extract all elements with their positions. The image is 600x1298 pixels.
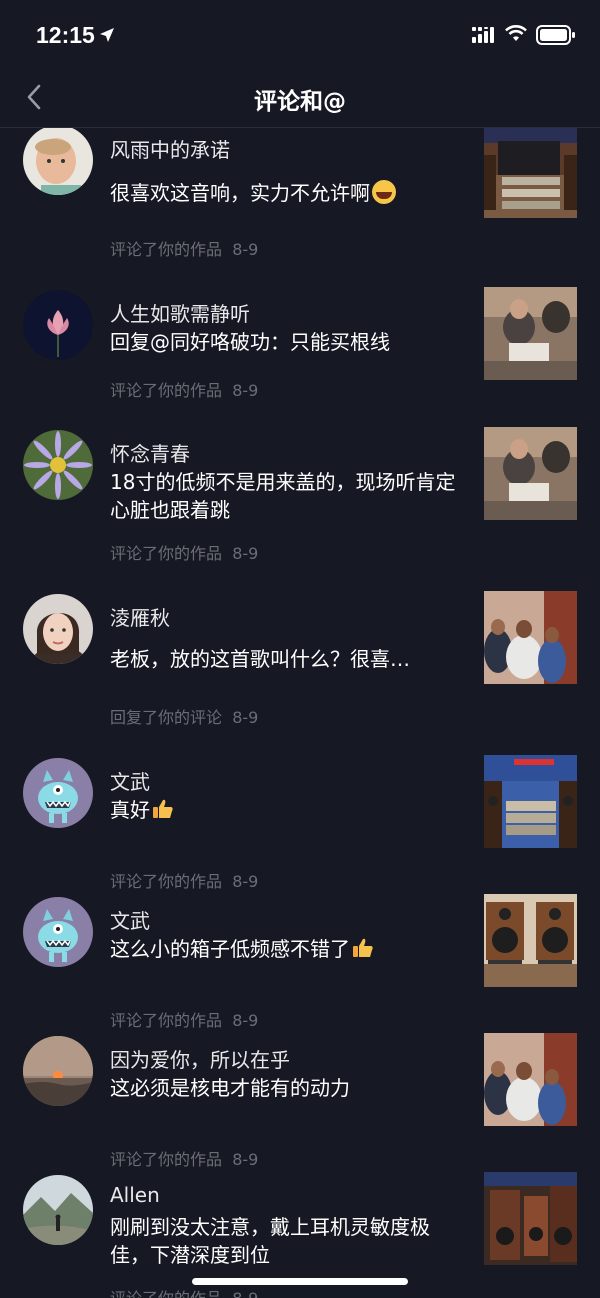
- wifi-icon: [505, 25, 527, 41]
- cellular-signal-icon: [472, 27, 494, 43]
- video-thumbnail[interactable]: [484, 755, 577, 848]
- comment-meta: 回复了你的评论 8-9: [110, 708, 259, 727]
- video-thumbnail[interactable]: [484, 128, 577, 218]
- comment-meta: 评论了你的作品 8-9: [110, 240, 259, 259]
- comment-text: 很喜欢这音响，实力不允许啊: [110, 179, 460, 207]
- avatar[interactable]: [23, 1175, 93, 1245]
- status-time: 12:15: [36, 22, 95, 48]
- thumbs-up-emoji-icon: [353, 938, 373, 957]
- comment-text: 这必须是核电才能有的动力: [110, 1076, 350, 1100]
- commenter-name[interactable]: 文武: [110, 905, 150, 934]
- comment-text: 老板，放的这首歌叫什么？很喜…: [110, 647, 410, 671]
- commenter-name[interactable]: 因为爱你，所以在乎: [110, 1044, 290, 1073]
- home-indicator[interactable]: [192, 1278, 408, 1285]
- commenter-name[interactable]: 怀念青春: [110, 438, 190, 467]
- thumbs-up-emoji-icon: [153, 799, 173, 818]
- comment-text: 刚刷到没太注意，戴上耳机灵敏度极佳，下潜深度到位: [110, 1215, 430, 1267]
- page-title: 评论和@: [254, 89, 346, 115]
- comment-meta: 评论了你的作品 8-9: [110, 1150, 259, 1169]
- avatar[interactable]: [23, 290, 93, 360]
- video-thumbnail[interactable]: [484, 287, 577, 380]
- commenter-name[interactable]: 文武: [110, 766, 150, 795]
- commenter-name[interactable]: Allen: [110, 1183, 160, 1207]
- comment-text: 真好: [110, 796, 460, 824]
- location-arrow-icon: [100, 28, 114, 42]
- comment-meta: 评论了你的作品 8-9: [110, 1285, 258, 1298]
- avatar[interactable]: [23, 430, 93, 500]
- status-bar: 12:15: [0, 0, 600, 70]
- video-thumbnail[interactable]: [484, 427, 577, 520]
- commenter-name[interactable]: 淩雁秋: [110, 602, 170, 631]
- video-thumbnail[interactable]: [484, 1172, 577, 1265]
- rolling-laughing-emoji-icon: [372, 180, 396, 204]
- comment-text: 回复@同好咯破功：只能买根线: [110, 330, 390, 354]
- comment-text: 这么小的箱子低频感不错了: [110, 935, 460, 963]
- commenter-name[interactable]: 人生如歌需静听: [110, 298, 250, 327]
- comment-text: 18寸的低频不是用来盖的，现场听肯定心脏也跟着跳: [110, 470, 456, 522]
- nav-bar: 评论和@: [0, 70, 600, 128]
- comment-meta: 评论了你的作品 8-9: [110, 1011, 259, 1030]
- video-thumbnail[interactable]: [484, 591, 577, 684]
- commenter-name[interactable]: 风雨中的承诺: [110, 134, 230, 163]
- video-thumbnail[interactable]: [484, 894, 577, 987]
- comment-meta: 评论了你的作品 8-9: [110, 381, 259, 400]
- avatar[interactable]: [23, 758, 93, 828]
- comment-list[interactable]: 风雨中的承诺 很喜欢这音响，实力不允许啊 评论了你的作品 8-9 人生如歌需静听…: [0, 128, 600, 1298]
- avatar[interactable]: [23, 128, 93, 195]
- avatar[interactable]: [23, 1036, 93, 1106]
- video-thumbnail[interactable]: [484, 1033, 577, 1126]
- comment-meta: 评论了你的作品 8-9: [110, 544, 259, 563]
- avatar[interactable]: [23, 897, 93, 967]
- comment-meta: 评论了你的作品 8-9: [110, 872, 259, 891]
- battery-icon: [536, 25, 575, 45]
- avatar[interactable]: [23, 594, 93, 664]
